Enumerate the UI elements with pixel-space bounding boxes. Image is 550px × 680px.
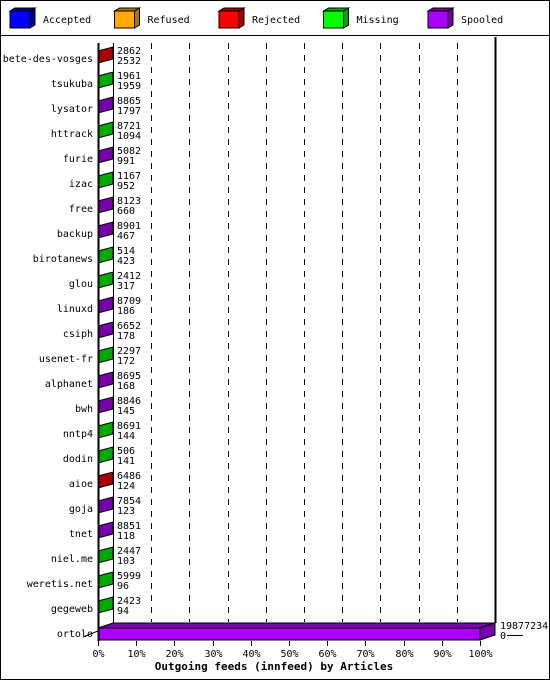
x-tick-label-50: 50% <box>280 649 298 660</box>
bar-value-bottom-alphanet: 168 <box>117 381 135 392</box>
bar-value-bottom-tnet: 118 <box>117 531 135 542</box>
row-label-bwh: bwh <box>75 404 93 415</box>
bar-value-bottom-linuxd: 186 <box>117 306 135 317</box>
bar-value-bottom-niel-me: 103 <box>117 556 135 567</box>
bar-value-bottom-dodin: 141 <box>117 456 135 467</box>
row-label-bete-des-vosges: bete-des-vosges <box>3 54 93 65</box>
row-label-aioe: aioe <box>69 479 93 490</box>
chart-border <box>0 0 550 680</box>
x-tick-label-90: 90% <box>433 649 451 660</box>
bar-value-bottom-free: 660 <box>117 206 135 217</box>
bar-value-bottom-weretis-net: 96 <box>117 581 129 592</box>
x-tick-label-40: 40% <box>242 649 260 660</box>
row-label-backup: backup <box>57 229 93 240</box>
bar-value-bottom-aioe: 124 <box>117 481 135 492</box>
row-label-alphanet: alphanet <box>45 379 93 390</box>
bar-value-bottom-birotanews: 423 <box>117 256 135 267</box>
row-label-glou: glou <box>69 279 93 290</box>
bar-value-bottom-izac: 952 <box>117 181 135 192</box>
x-tick-label-100: 100% <box>468 649 492 660</box>
legend-label-missing: Missing <box>357 15 399 26</box>
x-tick-label-80: 80% <box>395 649 413 660</box>
bar-top-ortolo <box>97 622 496 629</box>
bar-value-bottom-bete-des-vosges: 2532 <box>117 56 141 67</box>
row-label-dodin: dodin <box>63 454 93 465</box>
bar-value-bottom-httrack: 1094 <box>117 131 141 142</box>
row-label-free: free <box>69 204 93 215</box>
legend-swatch-refused <box>114 10 135 29</box>
bar-value-bottom-tsukuba: 1959 <box>117 81 141 92</box>
bar-value-bottom-bwh: 145 <box>117 406 135 417</box>
row-label-lysator: lysator <box>51 104 93 115</box>
row-label-niel-me: niel.me <box>51 554 93 565</box>
x-tick-label-0: 0% <box>92 649 104 660</box>
row-label-usenet-fr: usenet-fr <box>39 354 93 365</box>
row-label-tnet: tnet <box>69 529 93 540</box>
legend-swatch-missing <box>323 10 344 29</box>
bar-value-bottom-ortolo: 0 <box>500 631 506 642</box>
row-label-csiph: csiph <box>63 329 93 340</box>
bar-ortolo <box>97 627 481 641</box>
row-label-ortolo: ortolo <box>57 629 93 640</box>
row-label-nntp4: nntp4 <box>63 429 93 440</box>
legend-label-rejected: Rejected <box>252 15 300 26</box>
bar-value-bottom-furie: 991 <box>117 156 135 167</box>
bar-value-bottom-nntp4: 144 <box>117 431 135 442</box>
row-label-linuxd: linuxd <box>57 304 93 315</box>
row-label-goja: goja <box>69 504 93 515</box>
row-label-gegeweb: gegeweb <box>51 604 93 615</box>
bar-value-bottom-goja: 123 <box>117 506 135 517</box>
x-axis-title: Outgoing feeds (innfeed) by Articles <box>155 660 393 673</box>
legend-swatch-spooled <box>427 10 449 29</box>
bar-value-bottom-gegeweb: 94 <box>117 606 129 617</box>
row-label-tsukuba: tsukuba <box>51 79 93 90</box>
row-label-httrack: httrack <box>51 129 93 140</box>
bar-value-bottom-lysator: 1797 <box>117 106 141 117</box>
bar-value-bottom-glou: 317 <box>117 281 135 292</box>
legend-label-spooled: Spooled <box>461 15 503 26</box>
bar-value-bottom-csiph: 178 <box>117 331 135 342</box>
innfeed-articles-chart: Accepted Refused Rejected Missing Spooled be… <box>0 0 550 680</box>
legend-swatch-accepted <box>9 10 31 29</box>
bar-value-bottom-usenet-fr: 172 <box>117 356 135 367</box>
x-tick-label-20: 20% <box>165 649 183 660</box>
x-tick-label-10: 10% <box>127 649 145 660</box>
row-label-furie: furie <box>63 154 93 165</box>
bar-value-top-ortolo: 19877234 <box>500 621 548 632</box>
x-tick-label-30: 30% <box>204 649 222 660</box>
legend-label-refused: Refused <box>148 15 190 26</box>
x-tick-label-70: 70% <box>356 649 374 660</box>
row-label-izac: izac <box>69 179 93 190</box>
legend-swatch-rejected <box>218 10 240 29</box>
legend-label-accepted: Accepted <box>43 15 91 26</box>
x-tick-label-60: 60% <box>318 649 336 660</box>
bar-value-bottom-backup: 467 <box>117 231 135 242</box>
row-label-birotanews: birotanews <box>33 254 93 265</box>
row-label-weretis-net: weretis.net <box>27 579 93 590</box>
